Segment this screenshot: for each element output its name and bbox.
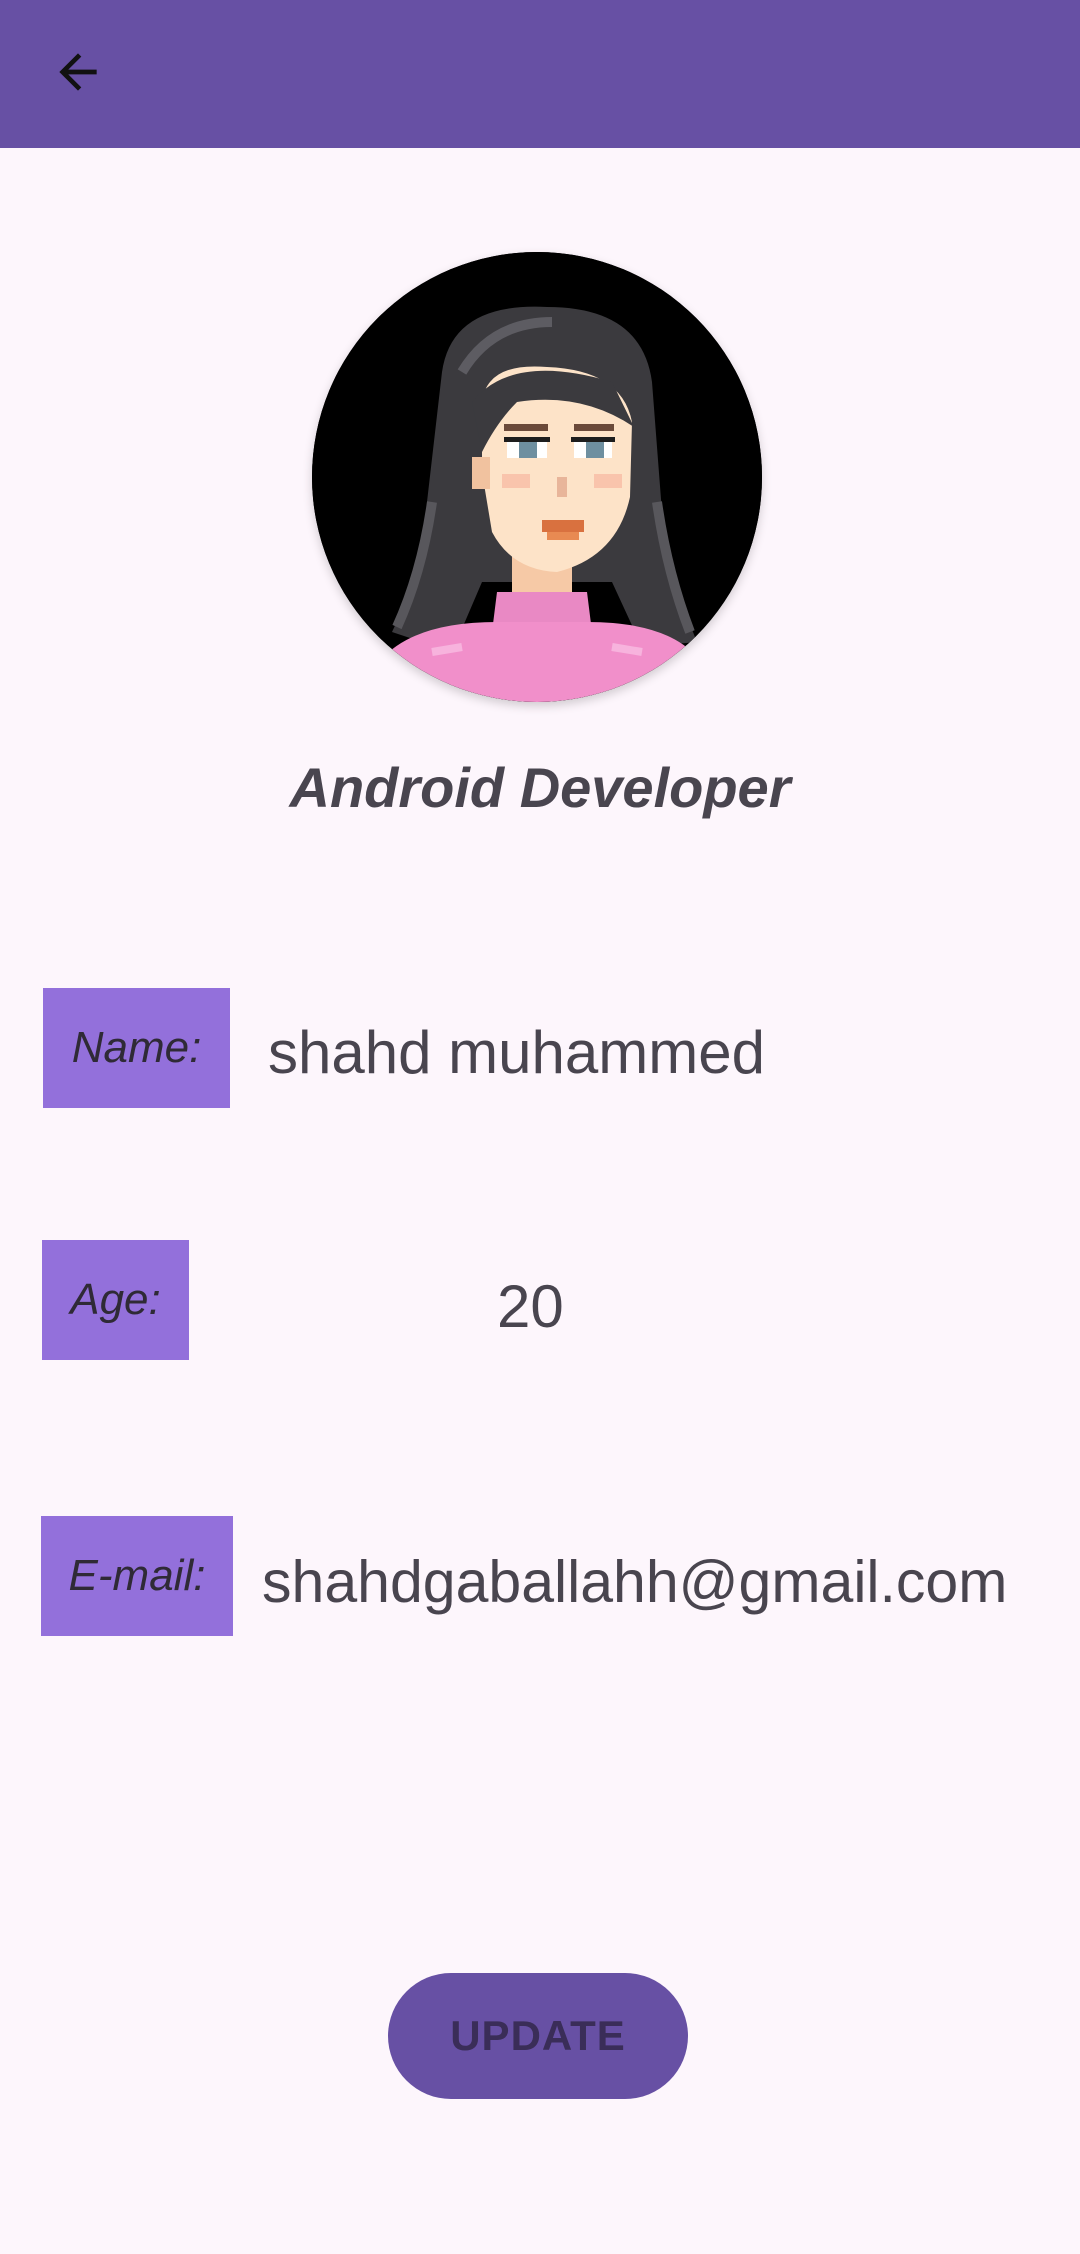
avatar	[312, 252, 762, 702]
email-value: shahdgaballahh@gmail.com	[262, 1549, 1008, 1615]
email-label: E-mail:	[41, 1516, 233, 1636]
update-button[interactable]: UPDATE	[388, 1973, 688, 2099]
back-button[interactable]	[38, 32, 118, 112]
arrow-back-icon	[59, 53, 97, 91]
age-label: Age:	[42, 1240, 189, 1360]
name-label: Name:	[43, 988, 230, 1108]
name-value: shahd muhammed	[268, 1019, 765, 1086]
top-app-bar	[0, 0, 1080, 148]
role-title: Android Developer	[289, 756, 791, 819]
age-value: 20	[497, 1273, 564, 1340]
